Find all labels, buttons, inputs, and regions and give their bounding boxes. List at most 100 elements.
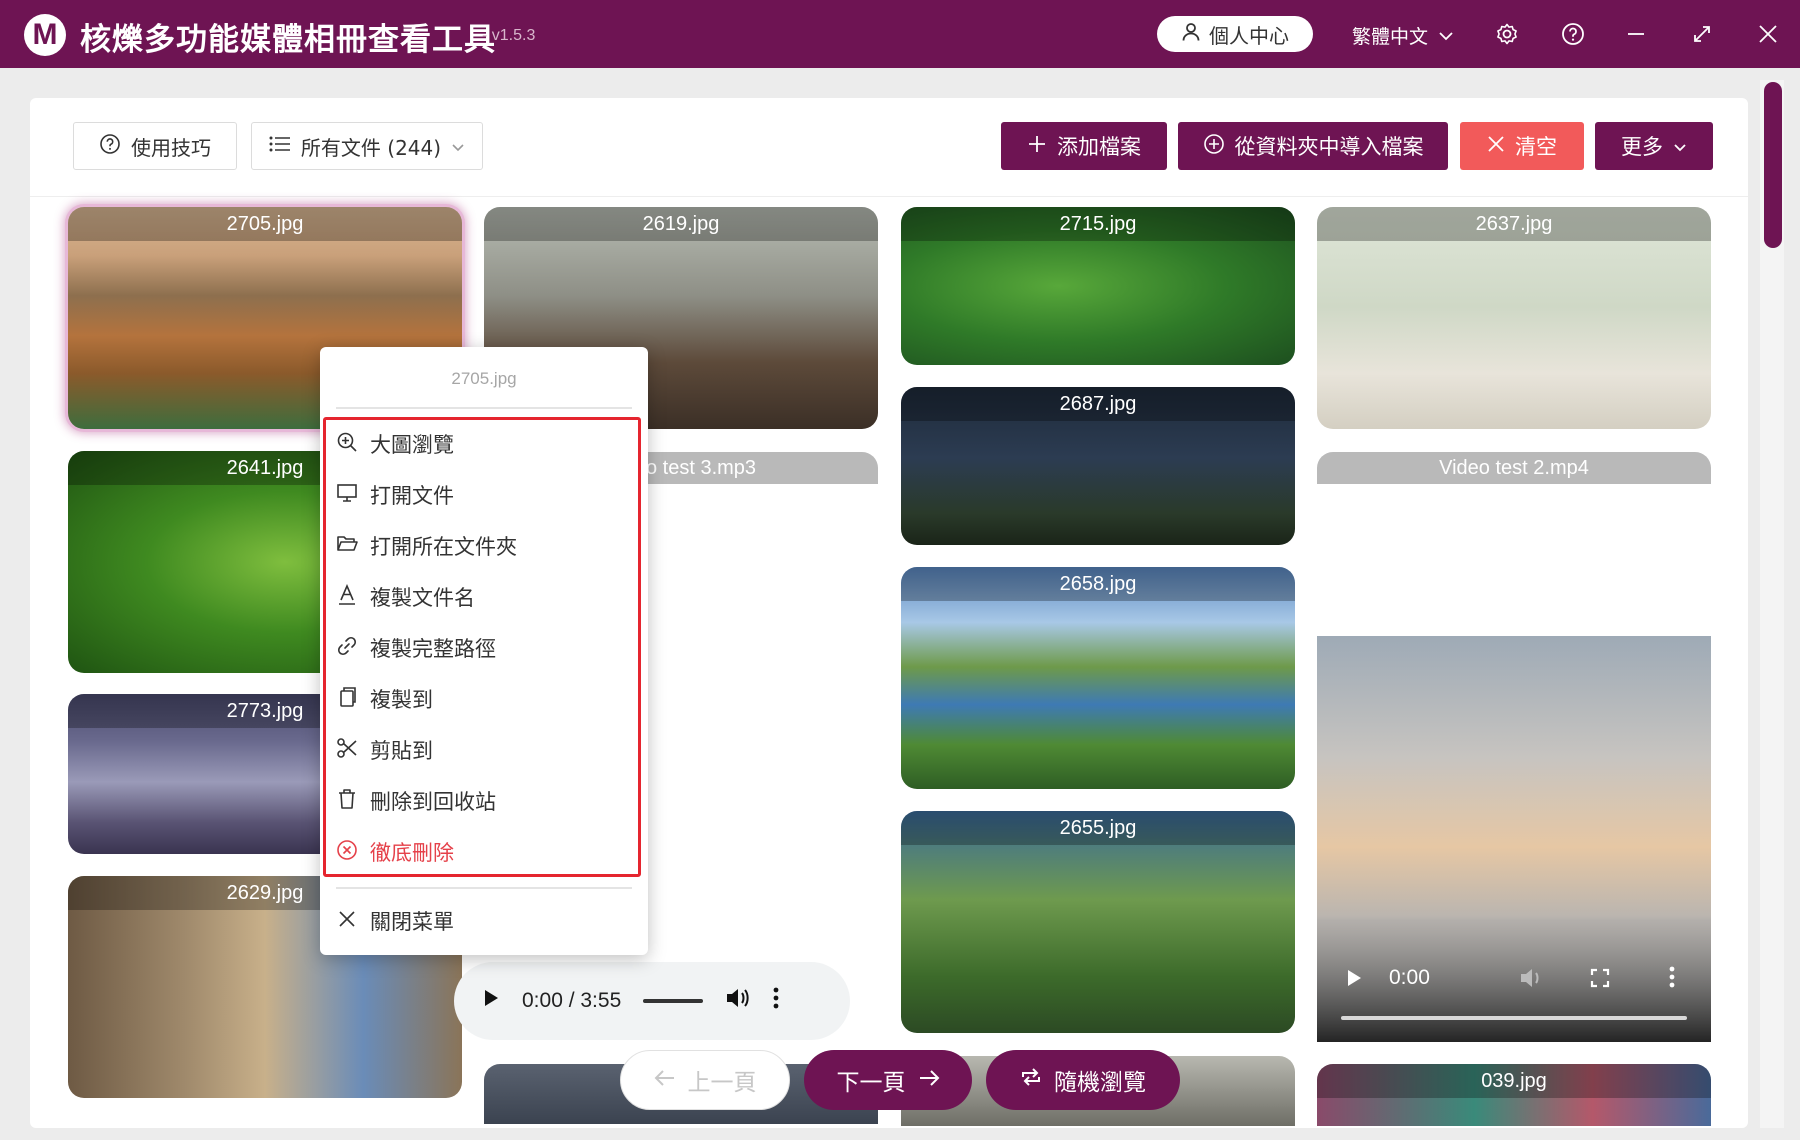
add-files-button[interactable]: 添加檔案: [1001, 122, 1167, 170]
menu-item-label: 大圖瀏覽: [370, 433, 454, 457]
circle-x-icon: [336, 839, 358, 866]
minimize-icon[interactable]: [1620, 18, 1652, 50]
menu-item-copy-filename[interactable]: 複製文件名: [336, 577, 616, 617]
repeat-icon: [1020, 1067, 1042, 1093]
audio-player[interactable]: 0:00 / 3:55: [454, 962, 850, 1040]
context-menu-title: 2705.jpg: [451, 369, 517, 388]
next-page-button[interactable]: 下一頁: [804, 1050, 972, 1110]
arrow-right-icon: [918, 1067, 940, 1093]
video-progress-slider[interactable]: [1341, 1016, 1687, 1020]
volume-icon[interactable]: [1519, 966, 1545, 994]
menu-divider: [336, 887, 632, 889]
menu-item-label: 打開文件: [370, 484, 454, 508]
more-vertical-icon[interactable]: [1669, 966, 1675, 992]
previous-page-label: 上一頁: [687, 1070, 757, 1096]
add-files-label: 添加檔案: [1057, 135, 1141, 159]
media-card[interactable]: 039.jpg: [1317, 1064, 1711, 1126]
app-version: - v1.5.3: [482, 27, 536, 44]
menu-item-open-folder[interactable]: 打開所在文件夾: [336, 526, 616, 566]
menu-item-large-view[interactable]: 大圖瀏覽: [336, 424, 616, 464]
video-time: 0:00: [1389, 966, 1430, 989]
menu-item-open-file[interactable]: 打開文件: [336, 475, 616, 515]
close-icon: [1487, 134, 1505, 158]
language-label: 繁體中文: [1352, 26, 1429, 48]
play-icon[interactable]: [1345, 968, 1363, 992]
play-icon[interactable]: [482, 988, 500, 1014]
random-browse-button[interactable]: 隨機瀏覽: [986, 1050, 1180, 1110]
menu-item-copy-full-path[interactable]: 複製完整路徑: [336, 628, 616, 668]
app-logo: M: [24, 14, 66, 56]
copy-icon: [336, 686, 358, 713]
menu-item-cut-to[interactable]: 剪貼到: [336, 730, 616, 770]
menu-item-label: 打開所在文件夾: [370, 535, 517, 559]
tips-button[interactable]: 使用技巧: [73, 122, 237, 170]
media-card-label: 2655.jpg: [901, 811, 1295, 845]
text-icon: [336, 583, 358, 611]
media-card-label: Video test 2.mp4: [1317, 452, 1711, 484]
trash-icon: [336, 788, 358, 815]
media-card-label: 2637.jpg: [1317, 207, 1711, 241]
random-browse-label: 隨機瀏覽: [1054, 1070, 1146, 1096]
close-icon[interactable]: [1752, 18, 1784, 50]
more-vertical-icon[interactable]: [773, 987, 779, 1015]
media-card[interactable]: Video test 2.mp4: [1317, 452, 1711, 484]
media-card[interactable]: 2715.jpg: [901, 207, 1295, 365]
zoom-in-icon: [336, 431, 358, 458]
menu-item-label: 關閉菜單: [370, 910, 454, 934]
plus-icon: [1027, 134, 1047, 159]
help-icon: [99, 133, 121, 160]
app-title: 核爍多功能媒體相冊查看工具: [80, 22, 496, 58]
media-card[interactable]: 2687.jpg: [901, 387, 1295, 545]
video-controls: 0:00: [1317, 916, 1711, 1042]
clear-label: 清空: [1515, 135, 1557, 159]
audio-progress-slider[interactable]: [643, 999, 704, 1003]
audio-time: 0:00 / 3:55: [522, 989, 622, 1012]
monitor-icon: [336, 482, 358, 509]
menu-item-label: 剪貼到: [370, 739, 433, 763]
folder-open-icon: [336, 533, 358, 560]
file-filter-label: 所有文件 (244): [300, 135, 442, 160]
fullscreen-icon[interactable]: [1590, 968, 1610, 992]
arrow-left-icon: [654, 1067, 676, 1093]
context-menu: 2705.jpg 大圖瀏覽 打開文件 打開所在文件夾 複製文件名 複製完整路徑: [320, 347, 648, 955]
close-icon: [336, 908, 358, 935]
more-menu-button[interactable]: 更多: [1595, 122, 1713, 170]
link-icon: [336, 635, 358, 662]
media-card-label: 2687.jpg: [901, 387, 1295, 421]
gear-icon[interactable]: [1491, 18, 1523, 50]
media-card[interactable]: 2655.jpg: [901, 811, 1295, 1033]
media-card[interactable]: 2637.jpg: [1317, 207, 1711, 429]
video-player[interactable]: 0:00: [1317, 636, 1711, 1042]
chevron-down-icon: [451, 134, 465, 158]
chevron-down-icon: [1438, 25, 1454, 47]
next-page-label: 下一頁: [836, 1070, 906, 1096]
import-folder-label: 從資料夾中導入檔案: [1234, 135, 1424, 159]
help-icon[interactable]: [1557, 18, 1589, 50]
maximize-icon[interactable]: [1686, 18, 1718, 50]
menu-item-permanent-delete[interactable]: 徹底刪除: [336, 832, 616, 872]
circle-plus-icon: [1203, 133, 1225, 160]
menu-item-label: 複製文件名: [370, 586, 475, 610]
more-label: 更多: [1621, 135, 1663, 159]
tips-label: 使用技巧: [131, 135, 211, 160]
menu-item-copy-to[interactable]: 複製到: [336, 679, 616, 719]
user-icon: [1181, 22, 1201, 47]
menu-item-label: 複製完整路徑: [370, 637, 496, 661]
chevron-down-icon: [1673, 134, 1687, 158]
file-filter-select[interactable]: 所有文件 (244): [251, 122, 483, 170]
media-card-label: 2715.jpg: [901, 207, 1295, 241]
import-folder-button[interactable]: 從資料夾中導入檔案: [1178, 122, 1448, 170]
media-card[interactable]: 2658.jpg: [901, 567, 1295, 789]
title-bar: M 核爍多功能媒體相冊查看工具 - v1.5.3 個人中心 繁體中文: [0, 0, 1800, 68]
menu-item-close-menu[interactable]: 關閉菜單: [336, 901, 616, 941]
user-center-button[interactable]: 個人中心: [1157, 16, 1313, 52]
menu-item-label: 徹底刪除: [370, 841, 454, 865]
volume-icon[interactable]: [725, 986, 751, 1016]
menu-item-label: 刪除到回收站: [370, 790, 496, 814]
scrollbar-thumb[interactable]: [1764, 82, 1782, 248]
media-card-label: 2705.jpg: [68, 207, 462, 241]
menu-item-delete-to-recycle[interactable]: 刪除到回收站: [336, 781, 616, 821]
language-select[interactable]: 繁體中文: [1352, 22, 1454, 49]
clear-button[interactable]: 清空: [1460, 122, 1584, 170]
previous-page-button[interactable]: 上一頁: [620, 1050, 790, 1110]
